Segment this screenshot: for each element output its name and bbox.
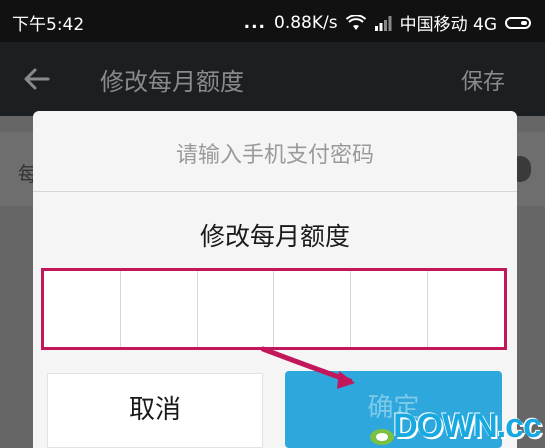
back-arrow-icon[interactable]	[22, 64, 52, 94]
dialog-subtitle: 修改每月额度	[199, 222, 350, 251]
status-bar: 下午5:42 ... 0.88K/s 中国移动 4G	[0, 0, 545, 42]
password-cell[interactable]	[274, 271, 352, 347]
cancel-button[interactable]: 取消	[47, 373, 263, 448]
password-cell[interactable]	[428, 271, 504, 347]
password-cell[interactable]	[121, 271, 198, 347]
password-input[interactable]	[41, 268, 507, 350]
watermark-logo-icon	[370, 429, 394, 445]
network-speed: 0.88K/s	[274, 12, 338, 33]
watermark: DOWN.cc	[393, 407, 542, 445]
carrier-label: 中国移动 4G	[399, 15, 497, 35]
battery-icon	[505, 16, 531, 29]
status-indicators: ... 0.88K/s 中国移动 4G	[244, 10, 531, 35]
app-bar: 修改每月额度 保存	[0, 42, 545, 116]
password-cell[interactable]	[351, 271, 429, 347]
page-title: 修改每月额度	[100, 68, 244, 96]
signal-icon	[374, 15, 392, 31]
dialog-title: 请输入手机支付密码	[175, 143, 374, 168]
password-cell[interactable]	[198, 271, 275, 347]
dialog-divider	[33, 191, 517, 192]
status-time: 下午5:42	[12, 15, 85, 35]
password-cell[interactable]	[44, 271, 121, 347]
wifi-icon	[345, 14, 366, 30]
save-button[interactable]: 保存	[461, 64, 505, 96]
notification-dots: ...	[243, 12, 266, 33]
annotation-arrow-icon	[260, 346, 355, 389]
